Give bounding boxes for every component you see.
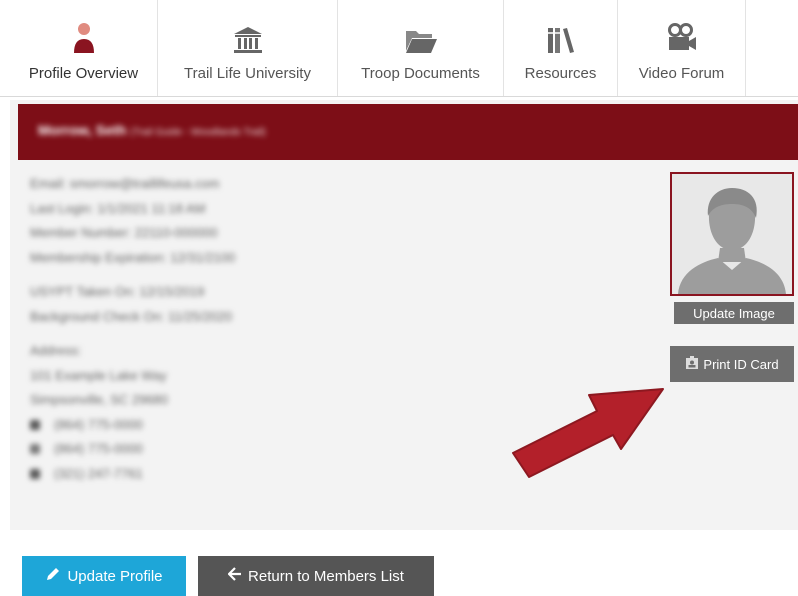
detail-yp-date: USYPT Taken On: 12/15/2019 [30,284,205,299]
print-id-card-button[interactable]: Print ID Card [670,346,794,382]
update-profile-label: Update Profile [67,567,163,585]
detail-address-label: Address: [30,343,82,358]
tab-label: Profile Overview [28,65,139,82]
member-position: (Trail Guide - Woodlands Trail) [130,127,266,138]
tab-label: Video Forum [638,65,725,82]
tab-trail-life-university[interactable]: Trail Life University [158,0,338,96]
tab-resources[interactable]: Resources [504,0,618,96]
video-camera-icon [665,21,699,55]
institution-icon [232,21,264,55]
profile-photo [670,172,794,296]
tab-bar: Profile Overview Trail Life University T… [0,0,798,97]
tab-label: Troop Documents [361,65,480,82]
fax-value: (321) 247-7761 [54,465,143,481]
fax-icon [30,468,40,479]
phone-home-value: (864) 775-0000 [54,441,143,456]
tab-troop-documents[interactable]: Troop Documents [338,0,504,96]
member-name: Morrow, Seth (Trail Guide - Woodlands Tra… [38,122,266,138]
arrow-left-icon [227,567,242,585]
phone-icon [30,444,40,455]
id-card-icon [685,355,699,373]
detail-member-number: Member Number: 22110-000000 [30,225,218,240]
detail-phone-mobile: (864) 775-0000 [30,413,235,438]
detail-fax: (321) 247-7761 [30,462,235,487]
tab-label: Resources [524,65,597,82]
member-details: Email: smorrow@traillifeusa.com Last Log… [30,172,235,486]
member-name-bar: Morrow, Seth (Trail Guide - Woodlands Tra… [18,104,798,160]
tab-video-forum[interactable]: Video Forum [618,0,746,96]
mobile-phone-icon [30,419,40,430]
print-id-card-label: Print ID Card [703,356,779,372]
tab-label: Trail Life University [184,65,311,82]
pointer-arrow-icon [512,388,664,478]
tab-profile-overview[interactable]: Profile Overview [10,0,158,96]
return-to-members-label: Return to Members List [248,567,404,585]
user-icon [71,21,97,55]
return-to-members-button[interactable]: Return to Members List [198,556,434,596]
detail-last-login: Last Login: 1/1/2021 11:18 AM [30,200,206,216]
detail-email: Email: smorrow@traillifeusa.com [30,176,220,191]
update-image-button[interactable]: Update Image [674,302,794,324]
avatar-placeholder-icon [672,174,792,294]
member-name-text: Morrow, Seth [38,122,127,138]
detail-membership-expiration: Membership Expiration: 12/31/2100 [30,249,236,265]
books-icon [545,21,577,55]
detail-address-line2: Simpsonville, SC 29680 [30,392,169,407]
folder-open-icon [404,21,438,55]
detail-phone-home: (864) 775-0000 [30,437,235,462]
pencil-icon [45,566,61,586]
detail-background-check: Background Check On: 11/25/2020 [30,308,233,324]
detail-address-line1: 101 Example Lake Way [30,367,167,383]
update-profile-button[interactable]: Update Profile [22,556,186,596]
phone-mobile-value: (864) 775-0000 [54,416,143,432]
